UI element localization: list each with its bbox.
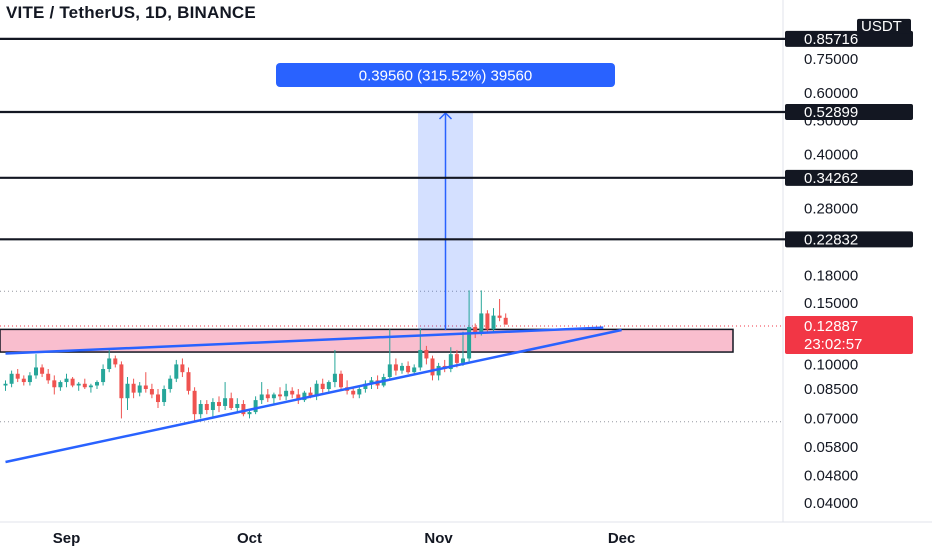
candle[interactable] — [497, 315, 502, 318]
candle[interactable] — [339, 373, 343, 388]
candle[interactable] — [107, 358, 112, 370]
candle[interactable] — [253, 400, 258, 413]
candle[interactable] — [168, 378, 173, 390]
candle[interactable] — [430, 358, 435, 376]
candle[interactable] — [406, 365, 411, 373]
candle[interactable] — [326, 382, 331, 390]
candle[interactable] — [357, 389, 362, 395]
level-price-label: 0.52899 — [804, 104, 858, 121]
candle[interactable] — [467, 327, 472, 359]
candle[interactable] — [143, 385, 148, 390]
candle[interactable] — [485, 313, 490, 330]
price-tick-label: 0.05800 — [804, 439, 858, 456]
price-tick-label: 0.08500 — [804, 381, 858, 398]
candle[interactable] — [461, 358, 465, 363]
candle[interactable] — [137, 385, 142, 393]
measurement-layer: 0.39560 (315.52%) 39560 — [276, 63, 615, 331]
candle[interactable] — [9, 373, 14, 384]
candle[interactable] — [174, 364, 179, 379]
candle[interactable] — [198, 403, 203, 415]
candle[interactable] — [454, 354, 459, 363]
candle[interactable] — [284, 390, 289, 397]
currency-label: USDT — [861, 18, 902, 35]
candle[interactable] — [186, 372, 191, 391]
time-tick-label: Nov — [424, 530, 453, 547]
drawings-layer[interactable] — [0, 37, 800, 464]
current-price-label: 0.12887 — [804, 318, 858, 335]
candle[interactable] — [156, 394, 160, 403]
price-tick-label: 0.75000 — [804, 51, 858, 68]
price-tick-label: 0.07000 — [804, 410, 858, 427]
candle[interactable] — [34, 367, 38, 376]
candle[interactable] — [162, 389, 167, 403]
candle[interactable] — [278, 394, 282, 397]
level-price-label: 0.85716 — [804, 31, 858, 48]
candle[interactable] — [241, 403, 246, 415]
candle[interactable] — [235, 403, 240, 408]
candle[interactable] — [113, 358, 118, 365]
candle[interactable] — [320, 383, 325, 390]
candle[interactable] — [3, 383, 8, 386]
candle[interactable] — [58, 382, 63, 388]
candle[interactable] — [82, 383, 87, 388]
candle[interactable] — [290, 390, 295, 395]
candle[interactable] — [400, 365, 404, 371]
candle[interactable] — [64, 378, 69, 383]
price-tick-label: 0.40000 — [804, 146, 858, 163]
candle[interactable] — [52, 380, 57, 388]
candle[interactable] — [131, 383, 136, 393]
level-price-label: 0.22832 — [804, 231, 858, 248]
candle[interactable] — [149, 389, 154, 395]
level-price-label: 0.34262 — [804, 170, 858, 187]
candle[interactable] — [76, 383, 81, 386]
price-tick-label: 0.18000 — [804, 267, 858, 284]
time-tick-label: Dec — [608, 530, 636, 547]
candle[interactable] — [27, 375, 32, 383]
candle[interactable] — [424, 349, 429, 359]
price-chart[interactable]: 0.39560 (315.52%) 39560 0.040000.048000.… — [0, 0, 932, 550]
price-tick-label: 0.04000 — [804, 495, 858, 512]
time-axis[interactable]: Sep Oct Nov Dec — [53, 530, 636, 547]
candle[interactable] — [223, 398, 228, 406]
candle[interactable] — [393, 364, 398, 371]
candle[interactable] — [192, 390, 197, 415]
price-tick-label: 0.10000 — [804, 356, 858, 373]
candle[interactable] — [217, 402, 221, 406]
candle[interactable] — [271, 394, 276, 399]
candle[interactable] — [247, 412, 252, 415]
candle[interactable] — [70, 378, 75, 386]
candle[interactable] — [40, 367, 45, 374]
candle[interactable] — [15, 373, 20, 379]
candle[interactable] — [229, 398, 234, 408]
candle[interactable] — [265, 394, 270, 399]
candle[interactable] — [88, 385, 93, 388]
candle[interactable] — [119, 364, 124, 399]
candle[interactable] — [210, 402, 215, 411]
time-tick-label: Sep — [53, 530, 81, 547]
candle[interactable] — [479, 313, 484, 334]
candle[interactable] — [259, 394, 264, 401]
candle[interactable] — [332, 373, 337, 383]
candle[interactable] — [491, 315, 496, 330]
candle[interactable] — [21, 378, 26, 383]
candle[interactable] — [412, 367, 417, 373]
candle[interactable] — [125, 383, 130, 399]
countdown-label: 23:02:57 — [804, 336, 862, 353]
candle[interactable] — [204, 403, 209, 411]
candle[interactable] — [387, 364, 392, 378]
candle[interactable] — [180, 364, 185, 373]
time-tick-label: Oct — [237, 530, 262, 547]
candle[interactable] — [46, 373, 51, 381]
candle[interactable] — [101, 369, 106, 383]
candle[interactable] — [503, 317, 508, 325]
candle[interactable] — [418, 349, 423, 368]
candle[interactable] — [95, 382, 99, 386]
price-tick-label: 0.60000 — [804, 85, 858, 102]
price-axis[interactable]: 0.04000 0.04800 0.05800 0.07000 0.08500 0.100… — [785, 18, 913, 512]
price-tick-label: 0.15000 — [804, 295, 858, 312]
candle[interactable] — [351, 390, 356, 395]
measurement-label: 0.39560 (315.52%) 39560 — [359, 68, 532, 85]
price-tick-label: 0.04800 — [804, 468, 858, 485]
price-tick-label: 0.28000 — [804, 200, 858, 217]
